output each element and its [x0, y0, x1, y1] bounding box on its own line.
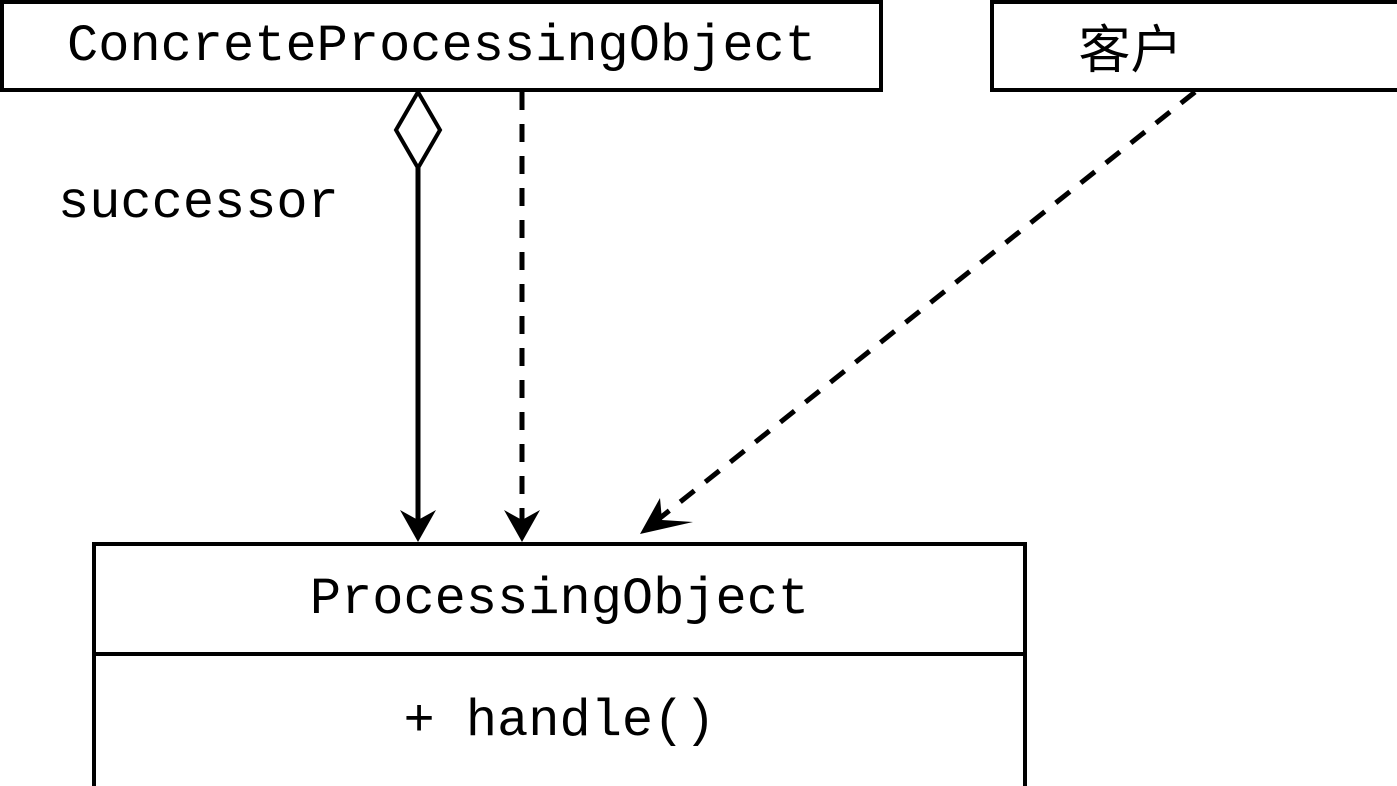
dependency-connector-1	[504, 92, 540, 542]
concrete-class-name: ConcreteProcessingObject	[67, 17, 816, 76]
processing-method-text: + handle()	[403, 692, 715, 751]
processing-method-section: + handle()	[96, 656, 1023, 786]
successor-label: successor	[58, 174, 339, 233]
processing-class-name: ProcessingObject	[310, 570, 809, 629]
client-class-box: 客户	[990, 0, 1397, 92]
processing-title-section: ProcessingObject	[96, 546, 1023, 656]
concrete-class-box: ConcreteProcessingObject	[0, 0, 883, 92]
processing-class-box: ProcessingObject + handle()	[92, 542, 1027, 786]
dependency-connector-2	[640, 92, 1195, 534]
client-class-name: 客户	[1078, 8, 1182, 84]
aggregation-connector	[396, 92, 440, 542]
